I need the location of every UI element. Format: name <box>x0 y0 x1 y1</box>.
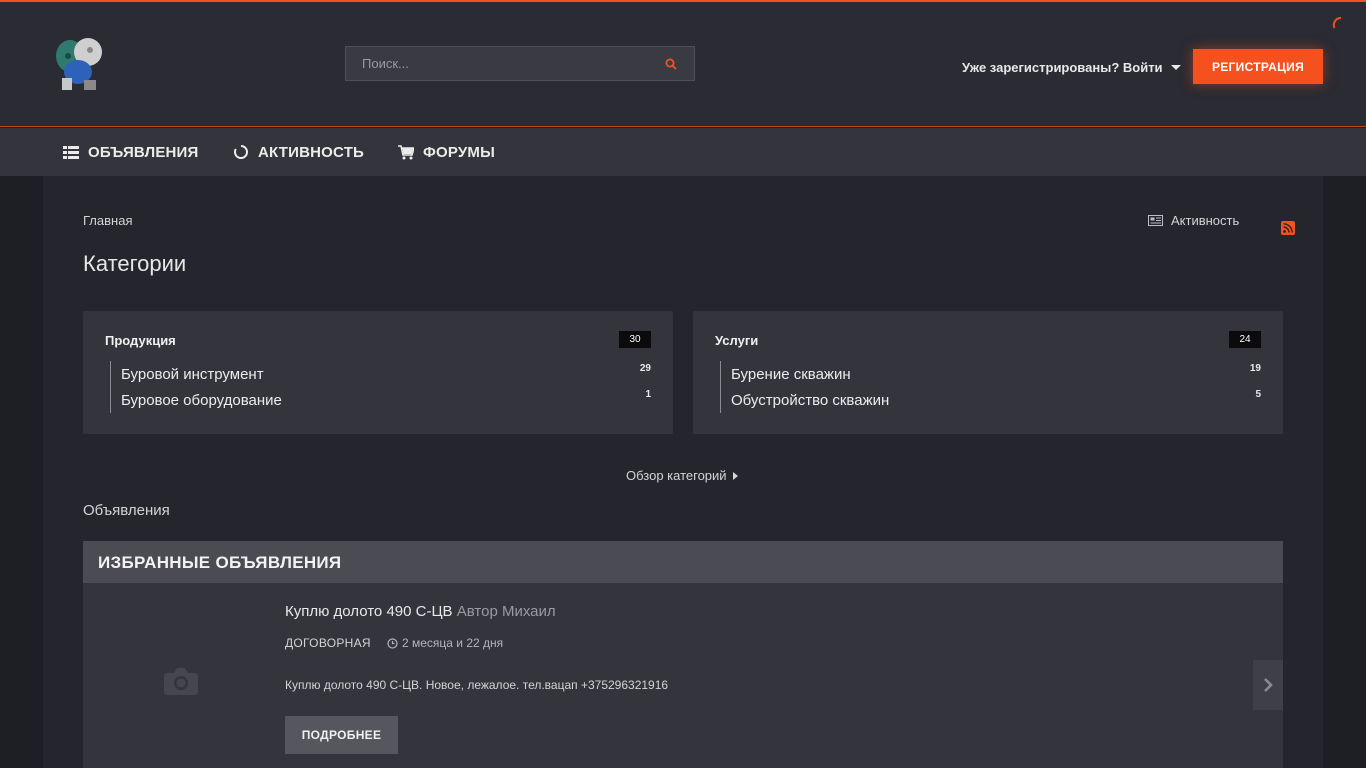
category-card-services: Услуги 24 Бурение скважин 19 Обустройств… <box>693 311 1283 434</box>
clock-icon <box>387 637 398 649</box>
caret-right-icon <box>732 471 738 480</box>
list-icon <box>63 145 79 159</box>
ads-section-label: Объявления <box>83 502 170 519</box>
login-link[interactable]: Уже зарегистрированы? Войти <box>962 60 1181 75</box>
featured-ads-header: ИЗБРАННЫЕ ОБЪЯВЛЕНИЯ <box>83 541 1283 583</box>
site-logo[interactable] <box>48 34 108 94</box>
subcategory-count: 29 <box>639 363 651 374</box>
category-card-products: Продукция 30 Буровой инструмент 29 Буров… <box>83 311 673 434</box>
category-count-badge: 24 <box>1229 331 1261 348</box>
nav-item-activity[interactable]: АКТИВНОСТЬ <box>233 128 364 176</box>
chevron-right-icon <box>1264 678 1273 692</box>
rss-icon[interactable] <box>1281 221 1295 235</box>
subcategory-count: 1 <box>645 389 651 400</box>
activity-link[interactable]: Активность <box>1148 213 1239 228</box>
nav-label-activity: АКТИВНОСТЬ <box>258 143 365 161</box>
search-button[interactable] <box>648 47 694 80</box>
category-overview-link[interactable]: Обзор категорий <box>626 468 738 483</box>
spinner-icon <box>234 145 248 159</box>
nav-item-ads[interactable]: ОБЪЯВЛЕНИЯ <box>63 128 199 176</box>
category-title[interactable]: Продукция <box>105 333 176 348</box>
ad-price: ДОГОВОРНАЯ <box>285 636 371 650</box>
ad-time: 2 месяца и 22 дня <box>387 636 503 650</box>
nav-label-forums: ФОРУМЫ <box>423 143 495 161</box>
main-navigation: ОБЪЯВЛЕНИЯ АКТИВНОСТЬ ФОРУМЫ <box>0 128 1366 176</box>
loading-spinner-icon <box>1332 16 1342 29</box>
featured-ads-title: ИЗБРАННЫЕ ОБЪЯВЛЕНИЯ <box>98 553 342 572</box>
subcategory-label: Обустройство скважин <box>731 391 890 409</box>
search-input[interactable] <box>346 47 646 80</box>
carousel-next-button[interactable] <box>1253 660 1283 710</box>
subcategory-item[interactable]: Буровой инструмент 29 <box>121 361 651 387</box>
subcategory-count: 5 <box>1255 389 1261 400</box>
subcategory-list: Бурение скважин 19 Обустройство скважин … <box>720 361 1261 413</box>
search-box <box>345 46 695 81</box>
category-count-badge: 30 <box>619 331 651 348</box>
caret-down-icon <box>1170 65 1181 70</box>
site-header: Уже зарегистрированы? Войти РЕГИСТРАЦИЯ <box>0 2 1366 127</box>
more-details-button[interactable]: ПОДРОБНЕЕ <box>285 716 398 754</box>
subcategory-list: Буровой инструмент 29 Буровое оборудован… <box>110 361 651 413</box>
search-icon <box>665 58 677 70</box>
activity-link-label: Активность <box>1171 213 1240 228</box>
breadcrumb-home[interactable]: Главная <box>83 213 132 228</box>
category-title[interactable]: Услуги <box>715 333 758 348</box>
ad-author[interactable]: Автор Михаил <box>457 603 556 620</box>
ad-time-text: 2 месяца и 22 дня <box>402 636 504 650</box>
ad-title[interactable]: Куплю долото 490 С-ЦВ Автор Михаил <box>285 603 556 620</box>
login-text: Уже зарегистрированы? Войти <box>962 60 1163 75</box>
camera-icon <box>164 668 198 695</box>
featured-ads-panel: ИЗБРАННЫЕ ОБЪЯВЛЕНИЯ Куплю долото 490 С-… <box>83 541 1283 768</box>
subcategory-item[interactable]: Бурение скважин 19 <box>731 361 1261 387</box>
subcategory-count: 19 <box>1249 363 1261 374</box>
register-button[interactable]: РЕГИСТРАЦИЯ <box>1193 49 1323 84</box>
ad-title-text: Куплю долото 490 С-ЦВ <box>285 603 453 620</box>
main-content: Главная Активность Категории Продукция 3… <box>43 176 1323 768</box>
subcategory-label: Бурение скважин <box>731 365 851 383</box>
cart-icon <box>398 144 414 159</box>
subcategory-item[interactable]: Буровое оборудование 1 <box>121 387 651 413</box>
subcategory-label: Буровое оборудование <box>121 391 282 409</box>
subcategory-label: Буровой инструмент <box>121 365 264 383</box>
nav-item-forums[interactable]: ФОРУМЫ <box>398 128 495 176</box>
page-title: Категории <box>83 251 187 276</box>
subcategory-item[interactable]: Обустройство скважин 5 <box>731 387 1261 413</box>
nav-label-ads: ОБЪЯВЛЕНИЯ <box>88 143 199 161</box>
newspaper-icon <box>1148 215 1163 226</box>
ad-description: Куплю долото 490 С-ЦВ. Новое, лежалое. т… <box>285 678 669 692</box>
overview-link-label: Обзор категорий <box>626 468 727 483</box>
